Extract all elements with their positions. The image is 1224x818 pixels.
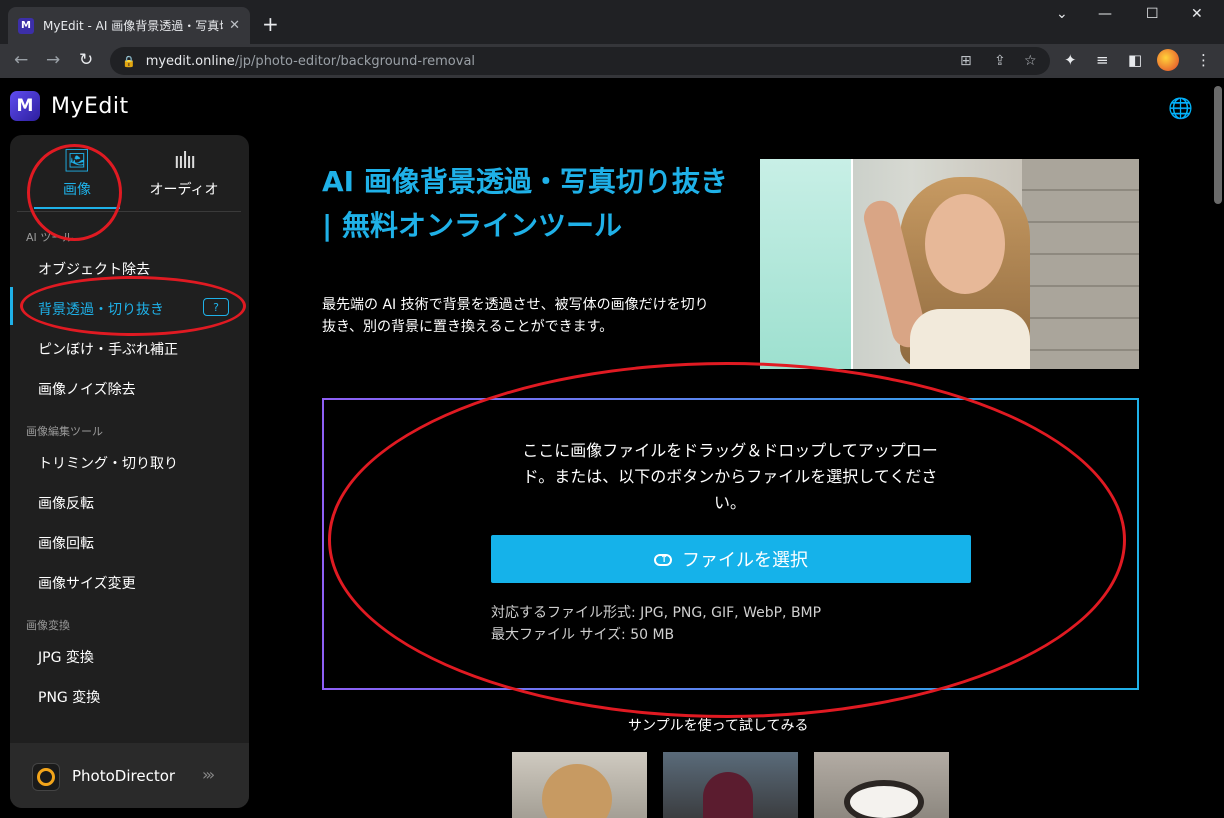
select-file-label: ファイルを選択 <box>682 550 808 571</box>
sidebar-item-denoise[interactable]: 画像ノイズ除去 <box>38 379 136 399</box>
sidebar-item-background-removal[interactable]: 背景透過・切り抜き <box>38 299 164 319</box>
browser-menu-icon[interactable]: ⋮ <box>1196 51 1211 69</box>
reload-icon[interactable]: ↻ <box>79 50 93 70</box>
sample-image-street[interactable] <box>663 752 798 818</box>
share-icon[interactable]: ⇪ <box>994 53 1006 69</box>
new-tab-icon[interactable]: + <box>262 12 279 36</box>
active-tab-indicator <box>34 207 120 209</box>
sidebar-item-jpg-convert[interactable]: JPG 変換 <box>38 647 94 667</box>
tab-close-icon[interactable]: ✕ <box>229 18 240 33</box>
audio-wave-icon: ıılıı <box>173 149 197 174</box>
section-heading: AI ツール <box>26 231 74 244</box>
address-bar: ← → ↻ 🔒 myedit.online /jp/photo-editor/b… <box>0 44 1224 78</box>
extensions-icon[interactable]: ✦ <box>1064 51 1077 69</box>
photodirector-promo[interactable]: PhotoDirector ››› <box>10 743 249 808</box>
section-heading: 画像編集ツール <box>26 425 103 438</box>
language-globe-icon[interactable]: 🌐 <box>1168 96 1193 120</box>
url-host: myedit.online <box>145 53 235 69</box>
logo-mark-icon: M <box>10 91 40 121</box>
logo-text: MyEdit <box>51 93 129 119</box>
tab-favicon-icon: M <box>18 17 34 34</box>
cloud-upload-icon: ↑ <box>654 552 672 566</box>
section-heading: 画像変換 <box>26 619 70 632</box>
media-control-icon[interactable]: ≡ <box>1096 51 1109 69</box>
page-scrollbar[interactable] <box>1214 86 1222 204</box>
active-item-indicator <box>10 287 13 325</box>
browser-tab[interactable]: M MyEdit - AI 画像背景透過・写真切 ✕ <box>8 7 250 44</box>
chevron-right-icon: ››› <box>202 765 215 784</box>
photodirector-label: PhotoDirector <box>72 767 176 785</box>
file-requirements: 対応するファイル形式: JPG, PNG, GIF, WebP, BMP 最大フ… <box>491 602 821 646</box>
max-file-size: 最大ファイル サイズ: 50 MB <box>491 627 675 643</box>
tab-search-icon[interactable]: ⌄ <box>1056 6 1068 22</box>
image-icon: 🖼 <box>63 149 91 174</box>
tab-audio-label: オーディオ <box>149 182 219 198</box>
sample-heading: サンプルを使って試してみる <box>628 718 809 734</box>
sidebar-item-png-convert[interactable]: PNG 変換 <box>38 687 100 707</box>
site-logo[interactable]: M MyEdit <box>10 91 129 121</box>
sidebar-item-flip[interactable]: 画像反転 <box>38 493 94 513</box>
hero-image <box>760 159 1139 369</box>
page-title: AI 画像背景透過・写真切り抜き | 無料オンラインツール <box>322 165 728 242</box>
category-divider <box>17 211 241 212</box>
sidebar-item-resize[interactable]: 画像サイズ変更 <box>38 573 136 593</box>
tool-sidebar: 🖼 画像 ıılıı オーディオ AI ツール オブジェクト除去 背景透過・切り… <box>10 135 249 808</box>
tutorial-help-icon[interactable]: ? <box>203 298 229 316</box>
url-input[interactable]: 🔒 myedit.online /jp/photo-editor/backgro… <box>110 47 1050 75</box>
tab-image-label: 画像 <box>63 182 91 198</box>
url-path: /jp/photo-editor/background-removal <box>234 53 476 69</box>
maximize-icon[interactable]: ☐ <box>1146 6 1159 22</box>
bookmark-star-icon[interactable]: ☆ <box>1024 53 1037 69</box>
tab-audio[interactable]: ıılıı オーディオ <box>134 149 234 199</box>
side-panel-icon[interactable]: ◧ <box>1128 51 1142 69</box>
lock-icon[interactable]: 🔒 <box>122 55 136 68</box>
minimize-icon[interactable]: — <box>1098 6 1112 22</box>
tab-title: MyEdit - AI 画像背景透過・写真切 <box>43 19 223 33</box>
sidebar-item-deblur[interactable]: ピンぼけ・手ぶれ補正 <box>38 339 178 359</box>
profile-avatar[interactable] <box>1157 49 1179 71</box>
sidebar-item-object-removal[interactable]: オブジェクト除去 <box>38 259 150 279</box>
page-description: 最先端の AI 技術で背景を透過させ、被写体の画像だけを切り抜き、別の背景に置き… <box>322 297 709 335</box>
before-after-divider <box>851 159 853 369</box>
forward-icon[interactable]: → <box>46 50 60 70</box>
translate-icon[interactable]: ⊞ <box>960 53 972 69</box>
close-window-icon[interactable]: ✕ <box>1191 6 1203 22</box>
drop-instructions: ここに画像ファイルをドラッグ＆ドロップしてアップロード。または、以下のボタンから… <box>522 441 938 512</box>
tab-image[interactable]: 🖼 画像 <box>27 149 127 199</box>
supported-formats: 対応するファイル形式: JPG, PNG, GIF, WebP, BMP <box>491 605 822 621</box>
sidebar-item-crop[interactable]: トリミング・切り取り <box>38 453 178 473</box>
sidebar-item-rotate[interactable]: 画像回転 <box>38 533 94 553</box>
browser-tab-bar: M MyEdit - AI 画像背景透過・写真切 ✕ + ⌄ — ☐ ✕ <box>0 0 1224 44</box>
web-page: M MyEdit 🌐 🖼 画像 ıılıı オーディオ AI ツール オブジェク… <box>0 78 1224 818</box>
sample-image-cup[interactable] <box>814 752 949 818</box>
photodirector-icon <box>32 763 60 791</box>
select-file-button[interactable]: ↑ ファイルを選択 <box>491 535 971 583</box>
back-icon[interactable]: ← <box>14 50 28 70</box>
sample-image-portrait[interactable] <box>512 752 647 818</box>
